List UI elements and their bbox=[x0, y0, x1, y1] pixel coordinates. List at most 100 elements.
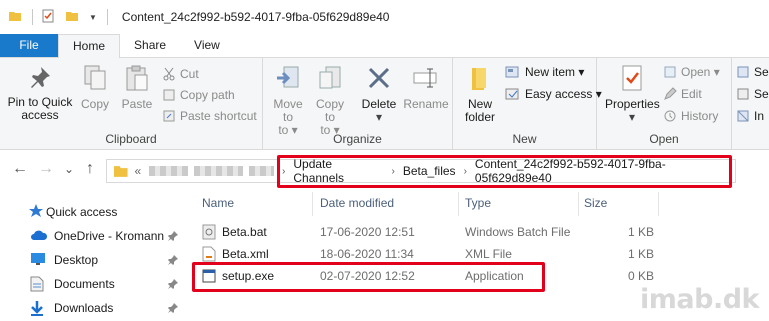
cut-button[interactable]: Cut bbox=[162, 64, 199, 84]
back-arrow-icon[interactable]: ← bbox=[12, 160, 28, 178]
history-button[interactable]: History bbox=[663, 106, 718, 126]
organize-group: Move to to ▾ Copy to to ▾ Delete ▾ Renam… bbox=[263, 58, 453, 150]
divider bbox=[32, 9, 33, 25]
easy-access-label: Easy access ▾ bbox=[525, 87, 602, 101]
customize-quick-access-icon[interactable]: ▼ bbox=[89, 13, 97, 22]
tab-view[interactable]: View bbox=[180, 34, 234, 57]
file-name: Beta.bat bbox=[222, 225, 267, 239]
nav-item-label: OneDrive - Kromann bbox=[54, 229, 165, 243]
open-button[interactable]: Open ▾ bbox=[663, 62, 720, 82]
new-group: New folder New item ▾ Easy access ▾ New bbox=[453, 58, 602, 150]
select-all-button[interactable]: Se bbox=[736, 62, 769, 82]
select-all-icon bbox=[737, 66, 749, 78]
column-header-date[interactable]: Date modified bbox=[320, 196, 394, 210]
copy-to-button[interactable]: Copy to to ▾ bbox=[311, 64, 349, 137]
cloud-icon bbox=[30, 228, 48, 245]
edit-label: Edit bbox=[681, 87, 702, 101]
column-divider[interactable] bbox=[578, 192, 579, 216]
nav-item-documents[interactable]: Documents bbox=[0, 273, 185, 295]
nav-item-label: Documents bbox=[54, 277, 115, 291]
file-size: 0 KB bbox=[628, 269, 655, 283]
move-to-icon bbox=[277, 66, 299, 88]
select-all-label: Se bbox=[754, 65, 769, 79]
file-type: XML File bbox=[465, 247, 512, 261]
copy-path-icon bbox=[163, 89, 175, 101]
tab-file[interactable]: File bbox=[0, 34, 58, 57]
new-folder-icon[interactable] bbox=[65, 9, 79, 26]
nav-item-quick-access[interactable]: Quick access bbox=[0, 201, 185, 223]
pin-icon[interactable] bbox=[168, 230, 178, 244]
organize-group-label: Organize bbox=[333, 132, 382, 146]
delete-x-icon bbox=[368, 67, 390, 89]
column-header-size[interactable]: Size bbox=[584, 196, 607, 210]
invert-selection-label: In bbox=[754, 109, 765, 123]
pin-icon[interactable] bbox=[168, 302, 178, 316]
up-arrow-icon[interactable]: ↑ bbox=[86, 160, 94, 178]
breadcrumb-overflow[interactable]: « bbox=[135, 164, 142, 178]
rename-label: Rename bbox=[403, 97, 449, 111]
column-divider[interactable] bbox=[312, 192, 313, 216]
paste-shortcut-button[interactable]: Paste shortcut bbox=[162, 106, 257, 126]
downloads-icon bbox=[30, 300, 44, 319]
paste-shortcut-icon bbox=[163, 110, 175, 122]
highlight-box-address bbox=[277, 155, 732, 188]
invert-selection-button[interactable]: In bbox=[736, 106, 764, 126]
open-group-label: Open bbox=[649, 132, 679, 146]
nav-item-label: Downloads bbox=[54, 301, 114, 315]
forward-arrow-icon[interactable]: → bbox=[38, 160, 54, 178]
move-to-button[interactable]: Move to to ▾ bbox=[269, 64, 307, 137]
navigation-bar: ← → ⌄ ↑ « › Update Channels › Beta_files… bbox=[0, 150, 769, 190]
rename-button[interactable]: Rename bbox=[403, 64, 449, 111]
easy-access-button[interactable]: Easy access ▾ bbox=[505, 84, 602, 104]
new-folder-icon bbox=[472, 68, 486, 90]
column-header-type[interactable]: Type bbox=[465, 196, 491, 210]
properties-dropdown-icon[interactable]: ▾ bbox=[629, 110, 635, 124]
file-name: Beta.xml bbox=[222, 247, 269, 261]
nav-item-label: Desktop bbox=[54, 253, 99, 267]
edit-icon bbox=[664, 87, 677, 100]
open-group: Properties ▾ Open ▾ Edit History Open bbox=[597, 58, 732, 150]
file-date: 17-06-2020 12:51 bbox=[320, 225, 415, 239]
copy-icon bbox=[84, 65, 106, 90]
folder-icon bbox=[8, 9, 22, 26]
title-bar: ▼ Content_24c2f992-b592-4017-9fba-05f629… bbox=[0, 0, 769, 34]
column-divider[interactable] bbox=[658, 192, 659, 216]
nav-item-desktop[interactable]: Desktop bbox=[0, 249, 185, 271]
nav-item-downloads[interactable]: Downloads bbox=[0, 297, 185, 319]
navigation-pane: Quick access OneDrive - Kromann Desktop … bbox=[0, 195, 185, 321]
desktop-icon bbox=[30, 252, 46, 269]
copy-label: Copy bbox=[80, 97, 109, 111]
pin-label: Pin to Quick access bbox=[7, 95, 73, 122]
new-item-icon bbox=[505, 66, 519, 78]
folder-icon bbox=[113, 166, 128, 177]
pin-icon[interactable] bbox=[168, 254, 178, 268]
tab-home[interactable]: Home bbox=[58, 34, 121, 58]
properties-button[interactable]: Properties ▾ bbox=[605, 64, 660, 124]
new-item-button[interactable]: New item ▾ bbox=[505, 62, 584, 82]
rename-icon bbox=[413, 68, 437, 88]
new-group-label: New bbox=[512, 132, 537, 146]
copy-path-button[interactable]: Copy path bbox=[162, 85, 235, 105]
file-row[interactable]: Beta.bat 17-06-2020 12:51 Windows Batch … bbox=[198, 221, 758, 243]
new-folder-button[interactable]: New folder bbox=[459, 64, 501, 124]
recent-locations-icon[interactable]: ⌄ bbox=[64, 162, 74, 176]
star-icon bbox=[28, 203, 44, 222]
clipboard-group-label: Clipboard bbox=[105, 132, 157, 146]
copy-path-label: Copy path bbox=[180, 88, 235, 102]
column-divider[interactable] bbox=[458, 192, 459, 216]
properties-icon bbox=[622, 65, 642, 91]
select-none-button[interactable]: Se bbox=[736, 84, 769, 104]
highlight-box-setup bbox=[192, 262, 545, 292]
delete-dropdown-icon[interactable]: ▾ bbox=[376, 110, 382, 124]
pin-to-quick-access-button[interactable]: Pin to Quick access bbox=[6, 64, 74, 122]
column-header-name[interactable]: Name bbox=[202, 196, 234, 210]
delete-button[interactable]: Delete ▾ bbox=[359, 64, 399, 124]
properties-icon[interactable] bbox=[41, 9, 55, 26]
copy-button[interactable]: Copy bbox=[78, 64, 112, 111]
nav-item-onedrive[interactable]: OneDrive - Kromann bbox=[0, 225, 185, 247]
file-type: Windows Batch File bbox=[465, 225, 571, 239]
paste-button[interactable]: Paste bbox=[118, 64, 156, 111]
tab-share[interactable]: Share bbox=[120, 34, 180, 57]
pin-icon[interactable] bbox=[168, 278, 178, 292]
edit-button[interactable]: Edit bbox=[663, 84, 702, 104]
